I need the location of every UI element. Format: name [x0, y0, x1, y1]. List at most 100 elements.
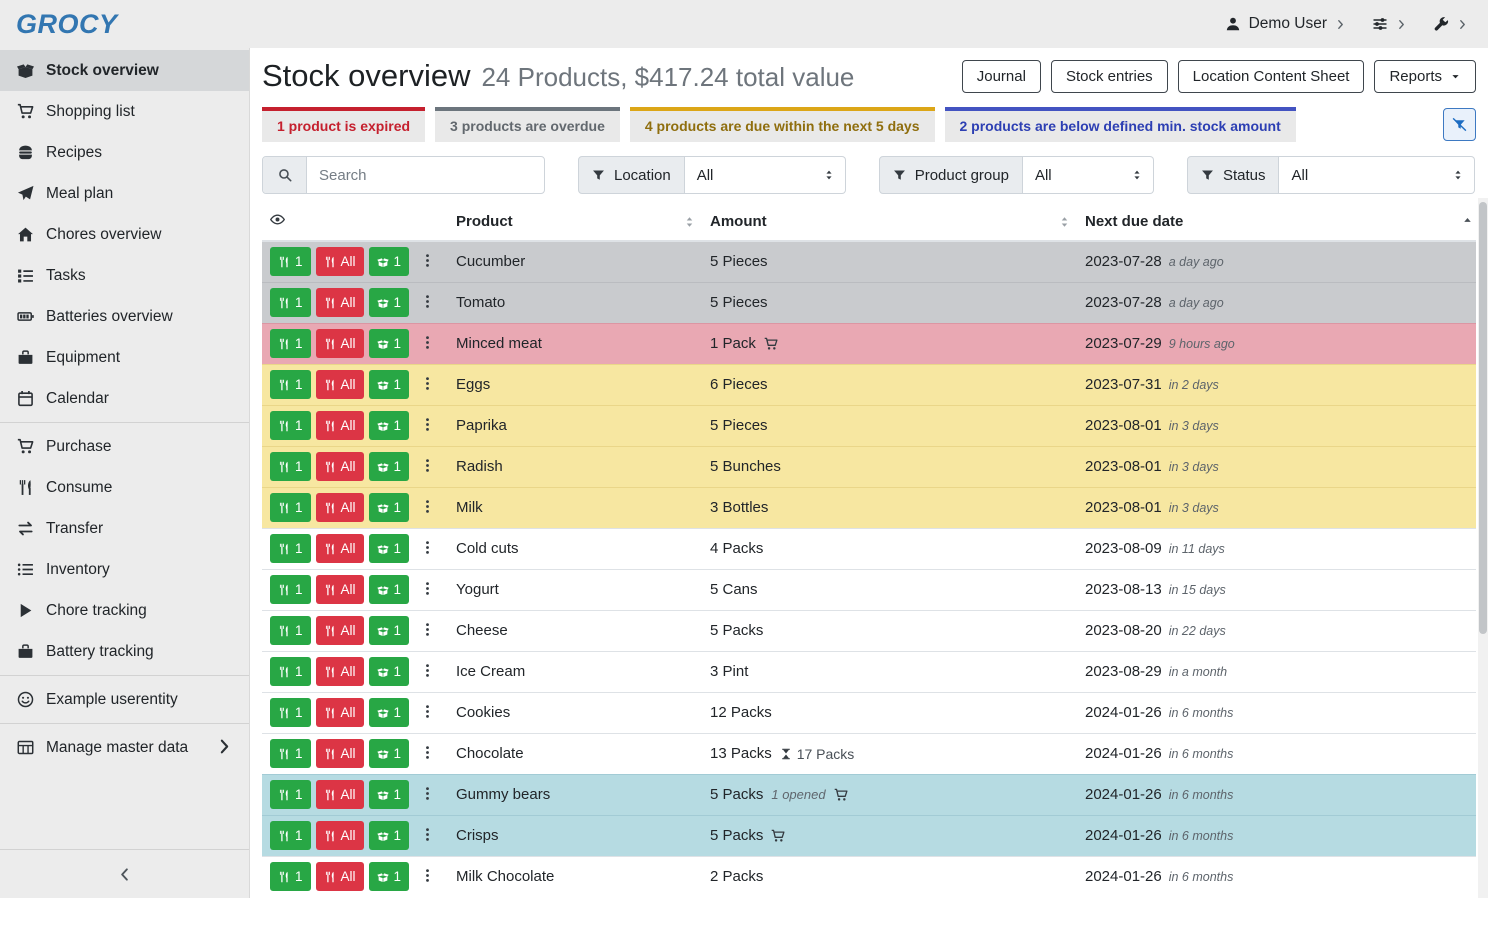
consume-one-button[interactable]: 1 — [270, 329, 311, 358]
vertical-scrollbar[interactable] — [1478, 198, 1488, 898]
sidebar-item-tasks[interactable]: Tasks — [0, 255, 249, 296]
open-one-button[interactable]: 1 — [369, 452, 410, 481]
journal-button[interactable]: Journal — [962, 60, 1041, 93]
consume-all-button[interactable]: All — [316, 780, 364, 809]
status-filter-below-min[interactable]: 2 products are below defined min. stock … — [945, 107, 1296, 142]
location-content-sheet-button[interactable]: Location Content Sheet — [1178, 60, 1365, 93]
status-filter-overdue[interactable]: 3 products are overdue — [435, 107, 620, 142]
open-one-button[interactable]: 1 — [369, 780, 410, 809]
open-one-button[interactable]: 1 — [369, 288, 410, 317]
consume-all-button[interactable]: All — [316, 493, 364, 522]
column-visibility-header[interactable] — [262, 204, 448, 241]
row-menu-button[interactable] — [417, 825, 438, 847]
row-menu-button[interactable] — [417, 333, 438, 355]
consume-one-button[interactable]: 1 — [270, 370, 311, 399]
consume-all-button[interactable]: All — [316, 288, 364, 317]
user-menu[interactable]: Demo User — [1225, 15, 1346, 33]
consume-all-button[interactable]: All — [316, 821, 364, 850]
sidebar-item-purchase[interactable]: Purchase — [0, 426, 249, 467]
consume-one-button[interactable]: 1 — [270, 493, 311, 522]
sidebar-item-meal-plan[interactable]: Meal plan — [0, 173, 249, 214]
status-filter-due-soon[interactable]: 4 products are due within the next 5 day… — [630, 107, 935, 142]
consume-all-button[interactable]: All — [316, 739, 364, 768]
filter-product-group-select[interactable]: All — [1023, 156, 1154, 194]
row-menu-button[interactable] — [417, 456, 438, 478]
consume-all-button[interactable]: All — [316, 862, 364, 891]
consume-all-button[interactable]: All — [316, 247, 364, 276]
sidebar-item-manage-master-data[interactable]: Manage master data — [0, 727, 249, 768]
column-next-due-date[interactable]: Next due date — [1077, 204, 1476, 241]
sidebar-item-example-userentity[interactable]: Example userentity — [0, 679, 249, 720]
consume-one-button[interactable]: 1 — [270, 534, 311, 563]
consume-one-button[interactable]: 1 — [270, 411, 311, 440]
consume-one-button[interactable]: 1 — [270, 739, 311, 768]
sidebar-item-batteries-overview[interactable]: Batteries overview — [0, 296, 249, 337]
row-menu-button[interactable] — [417, 538, 438, 560]
stock-entries-button[interactable]: Stock entries — [1051, 60, 1168, 93]
open-one-button[interactable]: 1 — [369, 493, 410, 522]
consume-one-button[interactable]: 1 — [270, 575, 311, 604]
sidebar-item-chores-overview[interactable]: Chores overview — [0, 214, 249, 255]
consume-one-button[interactable]: 1 — [270, 821, 311, 850]
open-one-button[interactable]: 1 — [369, 616, 410, 645]
consume-all-button[interactable]: All — [316, 411, 364, 440]
row-menu-button[interactable] — [417, 251, 438, 273]
admin-menu[interactable] — [1433, 16, 1468, 32]
column-product[interactable]: Product — [448, 204, 702, 241]
reports-button[interactable]: Reports — [1374, 60, 1476, 93]
consume-one-button[interactable]: 1 — [270, 698, 311, 727]
consume-one-button[interactable]: 1 — [270, 288, 311, 317]
consume-all-button[interactable]: All — [316, 370, 364, 399]
sidebar-item-transfer[interactable]: Transfer — [0, 508, 249, 549]
row-menu-button[interactable] — [417, 743, 438, 765]
sidebar-collapse-button[interactable] — [0, 849, 249, 898]
open-one-button[interactable]: 1 — [369, 698, 410, 727]
open-one-button[interactable]: 1 — [369, 329, 410, 358]
consume-one-button[interactable]: 1 — [270, 780, 311, 809]
open-one-button[interactable]: 1 — [369, 411, 410, 440]
sidebar-item-battery-tracking[interactable]: Battery tracking — [0, 631, 249, 672]
open-one-button[interactable]: 1 — [369, 534, 410, 563]
row-menu-button[interactable] — [417, 292, 438, 314]
open-one-button[interactable]: 1 — [369, 370, 410, 399]
sidebar-item-shopping-list[interactable]: Shopping list — [0, 91, 249, 132]
open-one-button[interactable]: 1 — [369, 821, 410, 850]
consume-one-button[interactable]: 1 — [270, 452, 311, 481]
open-one-button[interactable]: 1 — [369, 739, 410, 768]
sidebar-item-stock-overview[interactable]: Stock overview — [0, 50, 249, 91]
status-filter-expired[interactable]: 1 product is expired — [262, 107, 425, 142]
row-menu-button[interactable] — [417, 497, 438, 519]
consume-one-button[interactable]: 1 — [270, 657, 311, 686]
row-menu-button[interactable] — [417, 415, 438, 437]
row-menu-button[interactable] — [417, 702, 438, 724]
open-one-button[interactable]: 1 — [369, 247, 410, 276]
filter-location-select[interactable]: All — [685, 156, 846, 194]
sidebar-item-consume[interactable]: Consume — [0, 467, 249, 508]
consume-one-button[interactable]: 1 — [270, 247, 311, 276]
row-menu-button[interactable] — [417, 374, 438, 396]
consume-all-button[interactable]: All — [316, 698, 364, 727]
sidebar-item-inventory[interactable]: Inventory — [0, 549, 249, 590]
consume-all-button[interactable]: All — [316, 575, 364, 604]
sidebar-item-recipes[interactable]: Recipes — [0, 132, 249, 173]
row-menu-button[interactable] — [417, 784, 438, 806]
column-amount[interactable]: Amount — [702, 204, 1077, 241]
consume-one-button[interactable]: 1 — [270, 616, 311, 645]
row-menu-button[interactable] — [417, 620, 438, 642]
row-menu-button[interactable] — [417, 866, 438, 888]
sidebar-item-calendar[interactable]: Calendar — [0, 378, 249, 419]
open-one-button[interactable]: 1 — [369, 657, 410, 686]
row-menu-button[interactable] — [417, 579, 438, 601]
consume-all-button[interactable]: All — [316, 657, 364, 686]
filter-status-select[interactable]: All — [1279, 156, 1475, 194]
sidebar-item-chore-tracking[interactable]: Chore tracking — [0, 590, 249, 631]
app-logo[interactable]: GROCY — [16, 9, 118, 40]
consume-all-button[interactable]: All — [316, 534, 364, 563]
consume-all-button[interactable]: All — [316, 616, 364, 645]
search-input[interactable] — [307, 157, 544, 193]
open-one-button[interactable]: 1 — [369, 862, 410, 891]
clear-filters-button[interactable] — [1443, 108, 1476, 141]
scrollbar-thumb[interactable] — [1479, 202, 1487, 634]
consume-all-button[interactable]: All — [316, 329, 364, 358]
sidebar-item-equipment[interactable]: Equipment — [0, 337, 249, 378]
